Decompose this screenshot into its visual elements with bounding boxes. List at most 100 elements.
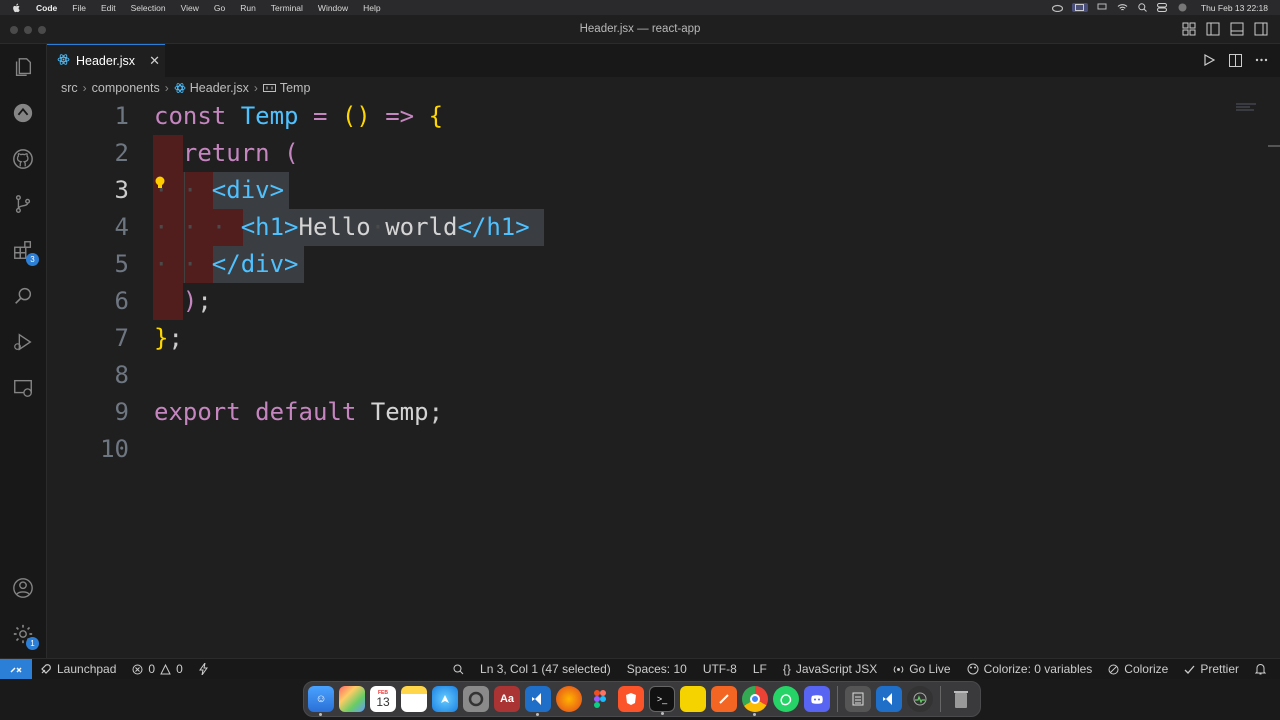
explorer-icon[interactable]: [11, 55, 35, 79]
siri-icon[interactable]: [1177, 3, 1188, 12]
menu-run[interactable]: Run: [240, 3, 256, 13]
calendar-icon[interactable]: FEB 13: [370, 686, 396, 712]
menu-view[interactable]: View: [181, 3, 199, 13]
breadcrumb-symbol[interactable]: Temp: [262, 81, 310, 95]
go-live-button[interactable]: Go Live: [893, 662, 951, 676]
lightbulb-icon[interactable]: [153, 175, 167, 191]
menu-selection[interactable]: Selection: [131, 3, 166, 13]
safari-icon[interactable]: [432, 686, 458, 712]
run-code-icon[interactable]: [1202, 53, 1216, 67]
more-actions-icon[interactable]: [1254, 53, 1268, 67]
vscode-dock-icon[interactable]: [525, 686, 551, 716]
chevron-right-icon: ›: [253, 81, 258, 95]
remote-indicator-icon[interactable]: [0, 659, 32, 680]
whatsapp-icon[interactable]: [773, 686, 799, 712]
status-bar: Launchpad 0 0 Ln 3, Col 1 (47 selected) …: [0, 658, 1280, 680]
firefox-icon[interactable]: [556, 686, 582, 712]
calculator-icon[interactable]: [845, 686, 871, 712]
manage-gear-icon[interactable]: 1: [11, 622, 39, 650]
code-text: return (: [182, 139, 299, 167]
extensions-icon[interactable]: 3: [11, 238, 39, 266]
creative-cloud-icon[interactable]: [1051, 3, 1063, 12]
remote-explorer-icon[interactable]: [11, 376, 35, 400]
breadcrumb-components[interactable]: components: [92, 81, 160, 95]
brave-browser-icon[interactable]: [618, 686, 644, 712]
warning-icon: [160, 663, 171, 674]
cursor-position[interactable]: Ln 3, Col 1 (47 selected): [480, 662, 611, 676]
extensions-badge: 3: [26, 253, 39, 266]
menu-go[interactable]: Go: [214, 3, 225, 13]
source-control-icon[interactable]: [11, 192, 35, 216]
tab-header-jsx[interactable]: Header.jsx ✕: [47, 44, 165, 77]
figma-icon[interactable]: [587, 686, 613, 712]
menu-code[interactable]: Code: [36, 3, 57, 13]
code-text: export default Temp;: [154, 398, 444, 426]
react-file-icon: [174, 83, 186, 93]
check-icon: [1184, 665, 1195, 674]
chevron-right-icon: ›: [82, 81, 87, 95]
activity-monitor-icon[interactable]: [907, 686, 933, 712]
finder-icon[interactable]: ☺: [308, 686, 334, 716]
dictionary-icon[interactable]: Aa: [494, 686, 520, 712]
code-editor[interactable]: 1 const Temp = () => { 2 return ( 3 · · …: [47, 98, 1267, 658]
apple-menu-icon[interactable]: [12, 3, 24, 13]
minimap[interactable]: [1236, 100, 1258, 111]
menu-terminal[interactable]: Terminal: [271, 3, 303, 13]
control-center-icon[interactable]: [1157, 3, 1168, 12]
notifications-bell-icon[interactable]: [1255, 663, 1266, 675]
breadcrumb-file[interactable]: Header.jsx: [174, 81, 249, 95]
launchpad-button[interactable]: Launchpad: [40, 662, 116, 676]
breadcrumb-src[interactable]: src: [61, 81, 78, 95]
close-tab-icon[interactable]: ✕: [149, 53, 160, 69]
notes-icon[interactable]: [401, 686, 427, 712]
rocket-icon: [41, 664, 51, 674]
indentation[interactable]: Spaces: 10: [627, 662, 687, 676]
encoding[interactable]: UTF-8: [703, 662, 737, 676]
split-editor-icon[interactable]: [1228, 53, 1242, 67]
code-text: · · · <h1>Hello·world</h1>: [154, 213, 530, 241]
scrollbar-marker[interactable]: [1268, 145, 1280, 147]
line-number: 9: [114, 398, 129, 426]
menu-file[interactable]: File: [72, 3, 86, 13]
editor-tabs: Header.jsx ✕: [47, 44, 1280, 77]
search-icon[interactable]: [11, 284, 35, 308]
menu-bar-clock[interactable]: Thu Feb 13 22:18: [1201, 3, 1268, 13]
prettier-button[interactable]: Prettier: [1184, 662, 1239, 676]
zoom-icon[interactable]: [453, 664, 464, 675]
launchpad-icon[interactable]: [339, 686, 365, 712]
vscode-window-icon[interactable]: [876, 686, 902, 712]
sublime-text-icon[interactable]: [711, 686, 737, 712]
problems-button[interactable]: 0 0: [132, 662, 183, 676]
layout-controls: [1182, 22, 1268, 36]
toggle-panel-icon[interactable]: [1230, 22, 1244, 36]
menu-edit[interactable]: Edit: [101, 3, 116, 13]
wifi-icon[interactable]: [1117, 3, 1128, 12]
end-of-line[interactable]: LF: [753, 662, 767, 676]
accounts-icon[interactable]: [11, 576, 35, 600]
code-line: 8: [47, 357, 1247, 394]
code-line: 6 );: [47, 283, 1247, 320]
toggle-secondary-sidebar-icon[interactable]: [1254, 22, 1268, 36]
vscode-window: Code File Edit Selection View Go Run Ter…: [0, 0, 1280, 720]
lightning-icon[interactable]: [198, 663, 208, 675]
customize-layout-icon[interactable]: [1182, 22, 1196, 36]
codepen-extension-icon[interactable]: [11, 101, 35, 125]
toggle-primary-sidebar-icon[interactable]: [1206, 22, 1220, 36]
chrome-icon[interactable]: [742, 686, 768, 716]
terminal-icon[interactable]: >_: [649, 686, 675, 715]
run-and-debug-icon[interactable]: [11, 330, 35, 354]
discord-icon[interactable]: [804, 686, 830, 712]
screen-mirror-icon[interactable]: [1097, 3, 1108, 12]
system-settings-icon[interactable]: [463, 686, 489, 712]
github-icon[interactable]: [11, 147, 35, 171]
colorize-variables[interactable]: Colorize: 0 variables: [967, 662, 1092, 676]
menu-help[interactable]: Help: [363, 3, 380, 13]
stickies-icon[interactable]: [680, 686, 706, 712]
screen-record-icon[interactable]: [1071, 3, 1088, 12]
language-mode[interactable]: {} JavaScript JSX: [783, 662, 877, 676]
spotlight-search-icon[interactable]: [1137, 3, 1148, 12]
colorize-button[interactable]: Colorize: [1108, 662, 1168, 676]
trash-icon[interactable]: [948, 686, 974, 712]
menu-window[interactable]: Window: [318, 3, 348, 13]
line-number: 8: [114, 361, 129, 389]
